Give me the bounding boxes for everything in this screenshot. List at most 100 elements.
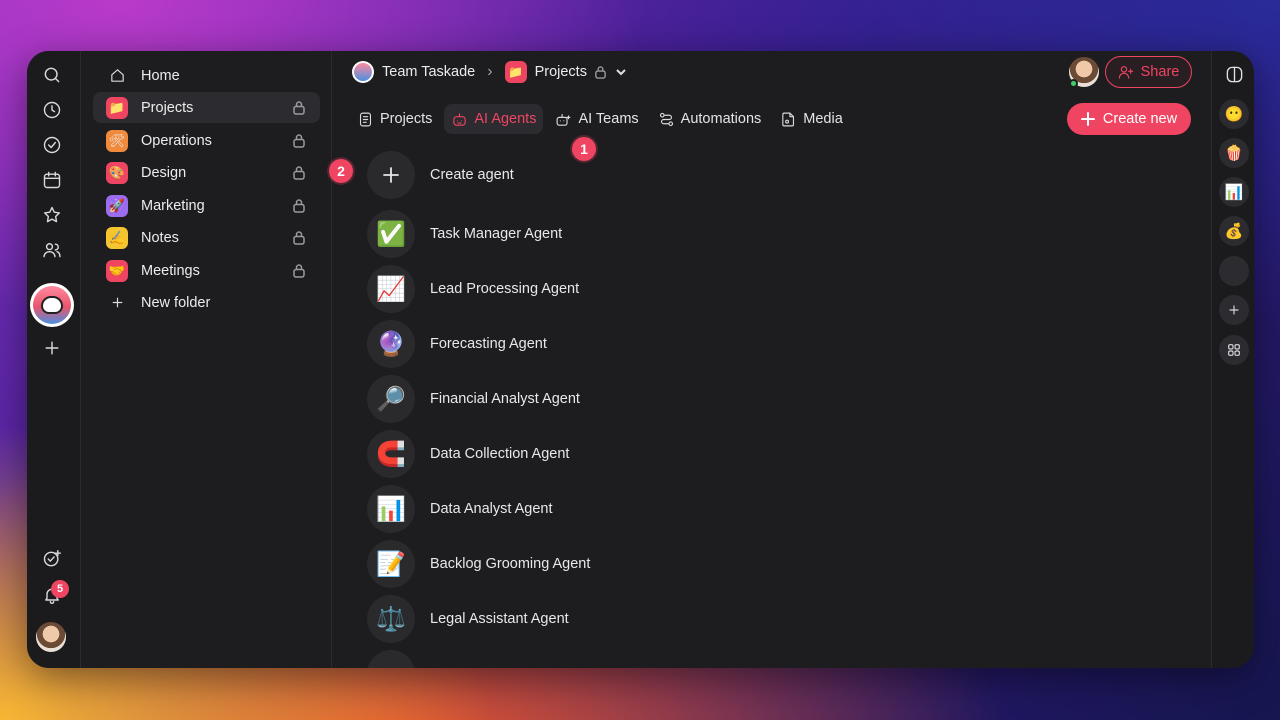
new-folder-button[interactable]: New folder <box>93 287 320 318</box>
people-icon[interactable] <box>41 239 63 261</box>
workspace-icon[interactable]: 😶 <box>1219 99 1249 129</box>
apps-grid-icon[interactable] <box>1219 335 1249 365</box>
plus-icon <box>1080 112 1095 126</box>
lock-icon <box>594 65 607 79</box>
user-avatar[interactable] <box>36 622 66 652</box>
lock-icon <box>292 133 306 148</box>
list-item-agent[interactable]: 🧲 Data Collection Agent <box>367 430 767 478</box>
tab-ai-teams[interactable]: AI Teams <box>548 104 645 134</box>
list-item-agent[interactable]: 🔮 Forecasting Agent <box>367 320 767 368</box>
rocket-icon: 🚀 <box>106 194 128 217</box>
money-bag-icon[interactable]: 💰 <box>1219 216 1249 246</box>
lock-icon <box>292 263 306 278</box>
create-new-button[interactable]: Create new <box>1067 103 1191 135</box>
notification-badge: 5 <box>51 580 69 598</box>
folder-icon: 📁 <box>106 96 128 119</box>
main-panel: Team Taskade › 📁 Projects Share Projects… <box>329 51 1211 668</box>
agent-name: Create agent <box>430 167 514 183</box>
list-item-agent[interactable]: 🔎 Financial Analyst Agent <box>367 375 767 423</box>
sidebar-item-label: Notes <box>141 229 179 246</box>
scales-icon: ⚖️ <box>367 595 415 643</box>
breadcrumb-workspace[interactable]: Team Taskade <box>382 64 475 80</box>
agent-name: Legal Assistant Agent <box>430 611 569 627</box>
breadcrumb-project[interactable]: Projects <box>535 64 587 80</box>
check-box-icon: ✅ <box>367 210 415 258</box>
new-folder-label: New folder <box>141 294 211 311</box>
workspace-logo-face-icon <box>33 286 71 324</box>
breadcrumb: Team Taskade › 📁 Projects <box>352 59 627 85</box>
clock-icon[interactable] <box>41 99 63 121</box>
sidebar-item-operations[interactable]: 🛠 Operations <box>93 125 320 156</box>
add-workspace-icon[interactable] <box>41 337 63 359</box>
workspace-logo[interactable] <box>30 283 74 327</box>
automation-icon <box>659 112 673 126</box>
list-item-agent[interactable]: 📈 Lead Processing Agent <box>367 265 767 313</box>
list-item-agent[interactable]: ✅ Task Manager Agent <box>367 210 767 258</box>
search-icon[interactable] <box>41 64 63 86</box>
app-window: 5 Home 📁 Projects 🛠 Operations 🎨 Design … <box>27 51 1254 668</box>
tab-projects[interactable]: Projects <box>350 104 439 134</box>
workspace-mini-icon <box>352 61 374 83</box>
home-icon <box>106 67 128 84</box>
calendar-icon[interactable] <box>41 169 63 191</box>
agent-name: Financial Analyst Agent <box>430 391 580 407</box>
pen-icon <box>367 650 415 668</box>
folder-icon: 📁 <box>504 61 527 83</box>
lock-icon <box>292 198 306 213</box>
magnet-icon: 🧲 <box>367 430 415 478</box>
sidebar-item-design[interactable]: 🎨 Design <box>93 157 320 188</box>
star-icon[interactable] <box>41 204 63 226</box>
tab-automations[interactable]: Automations <box>651 104 769 134</box>
popcorn-icon[interactable]: 🍿 <box>1219 138 1249 168</box>
sidebar-item-marketing[interactable]: 🚀 Marketing <box>93 190 320 221</box>
robot-team-icon <box>557 113 571 126</box>
sidebar-item-notes[interactable]: ✍ Notes <box>93 222 320 253</box>
tab-label: Media <box>803 111 843 127</box>
blank-icon[interactable] <box>1219 256 1249 286</box>
handshake-icon: 🤝 <box>106 259 128 282</box>
tab-label: AI Agents <box>474 111 537 127</box>
sidebar-item-home[interactable]: Home <box>93 60 320 91</box>
sidebar-item-label: Operations <box>141 132 212 149</box>
check-circle-icon[interactable] <box>41 134 63 156</box>
sidebar-item-projects[interactable]: 📁 Projects <box>93 92 320 123</box>
create-agent-button[interactable]: Create agent <box>367 151 767 199</box>
chevron-right-icon: › <box>487 63 493 80</box>
document-icon <box>359 112 372 126</box>
member-avatar[interactable] <box>1069 57 1099 88</box>
tab-media[interactable]: Media <box>773 104 850 134</box>
lock-icon <box>292 165 306 180</box>
share-button[interactable]: Share <box>1105 56 1192 88</box>
tab-label: AI Teams <box>578 111 639 127</box>
sidebar-item-label: Meetings <box>141 262 200 279</box>
crystal-ball-icon: 🔮 <box>367 320 415 368</box>
tab-label: Automations <box>680 111 762 127</box>
lock-icon <box>292 100 306 115</box>
sidebar-item-label: Design <box>141 164 187 181</box>
list-item-agent[interactable]: 📝 Backlog Grooming Agent <box>367 540 767 588</box>
list-item-agent-partial[interactable] <box>367 650 767 668</box>
tab-label: Projects <box>380 111 433 127</box>
share-label: Share <box>1140 64 1180 80</box>
tools-icon: 🛠 <box>106 129 128 152</box>
right-rail: 😶 🍿 📊 💰 <box>1211 51 1254 668</box>
add-user-icon <box>1118 66 1133 79</box>
palette-icon: 🎨 <box>106 161 128 184</box>
tab-ai-agents[interactable]: AI Agents <box>444 104 544 134</box>
panel-toggle-icon[interactable] <box>1219 59 1249 89</box>
bar-chart-icon[interactable]: 📊 <box>1219 177 1249 207</box>
list-item-agent[interactable]: ⚖️ Legal Assistant Agent <box>367 595 767 643</box>
bar-chart-icon: 📊 <box>367 485 415 533</box>
agent-name: Forecasting Agent <box>430 336 547 352</box>
sidebar-item-label: Home <box>141 67 180 84</box>
sidebar-item-label: Projects <box>141 99 194 116</box>
check-plus-icon[interactable] <box>41 548 63 570</box>
agent-name: Backlog Grooming Agent <box>430 556 591 572</box>
plus-icon <box>106 294 128 311</box>
sidebar-item-meetings[interactable]: 🤝 Meetings <box>93 255 320 286</box>
agent-name: Data Analyst Agent <box>430 501 553 517</box>
add-icon[interactable] <box>1219 295 1249 325</box>
list-item-agent[interactable]: 📊 Data Analyst Agent <box>367 485 767 533</box>
left-rail: 5 <box>27 51 81 668</box>
chevron-down-icon[interactable] <box>615 66 627 78</box>
